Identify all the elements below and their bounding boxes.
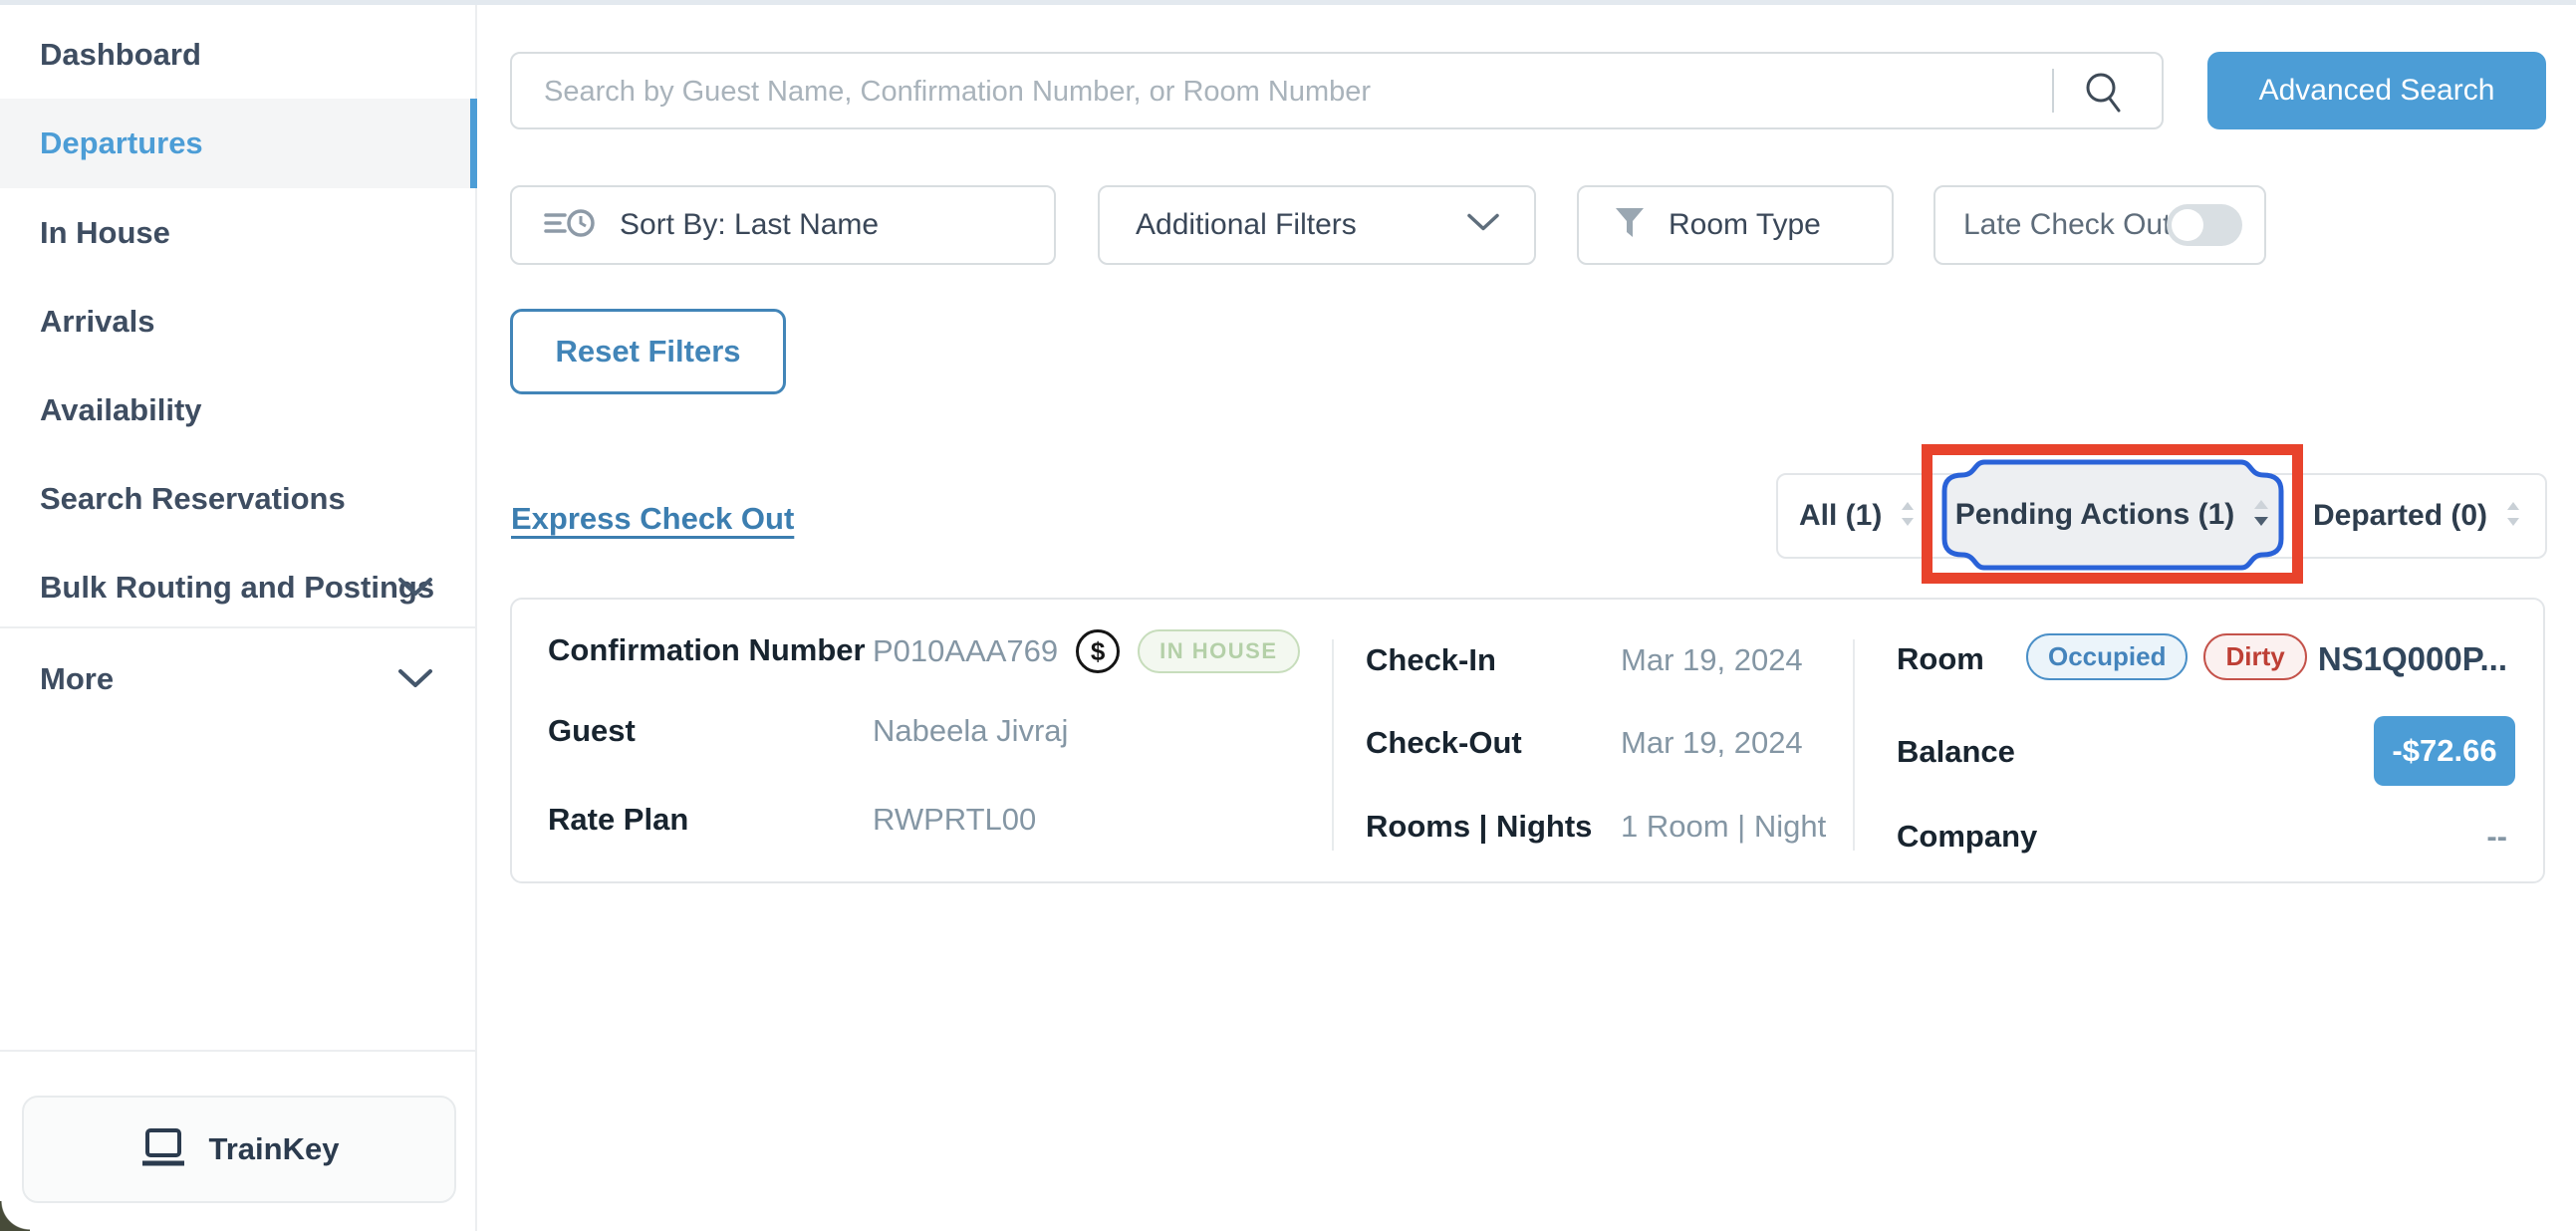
dirty-status-badge: Dirty [2203, 633, 2306, 680]
sidebar-item-bulk-routing[interactable]: Bulk Routing and Postings [0, 543, 477, 632]
dollar-circle-icon[interactable]: $ [1076, 629, 1120, 673]
tab-departed-label: Departed (0) [2313, 499, 2487, 533]
confirmation-number-value: P010AAA769 [873, 630, 1058, 672]
funnel-icon [1613, 206, 1647, 245]
sort-by-button[interactable]: Sort By: Last Name [510, 185, 1056, 265]
chevron-down-icon [397, 661, 433, 697]
sidebar-item-availability[interactable]: Availability [0, 366, 477, 455]
rate-plan-value: RWPRTL00 [873, 799, 1036, 841]
sidebar-divider [0, 626, 475, 628]
departures-page: Dashboard Departures In House Arrivals A… [0, 0, 2576, 1231]
sidebar-item-label: Availability [40, 392, 202, 428]
sidebar-item-label: Bulk Routing and Postings [40, 570, 434, 606]
guest-value: Nabeela Jivraj [873, 710, 1068, 752]
sidebar-item-search-reservations[interactable]: Search Reservations [0, 454, 477, 544]
additional-filters-dropdown[interactable]: Additional Filters [1098, 185, 1536, 265]
in-house-status-badge: IN HOUSE [1138, 629, 1299, 673]
card-divider [1332, 639, 1334, 851]
sidebar: Dashboard Departures In House Arrivals A… [0, 5, 477, 1231]
late-check-out-toggle[interactable] [2167, 204, 2242, 246]
room-number-value[interactable]: NS1Q000P... [2318, 638, 2507, 680]
toggle-knob [2172, 209, 2203, 241]
room-type-label: Room Type [1669, 208, 1821, 242]
sidebar-item-label: More [40, 661, 114, 697]
company-value: -- [2486, 816, 2507, 858]
check-out-value: Mar 19, 2024 [1621, 722, 1803, 764]
express-check-out-link[interactable]: Express Check Out [511, 501, 794, 537]
balance-label: Balance [1897, 731, 2015, 773]
late-check-out-label: Late Check Out [1963, 208, 2171, 242]
company-label: Company [1897, 816, 2037, 858]
confirmation-number-label: Confirmation Number [548, 629, 866, 671]
check-in-value: Mar 19, 2024 [1621, 639, 1803, 681]
chevron-down-icon [397, 570, 433, 606]
tab-pending-actions[interactable]: Pending Actions (1) [1948, 463, 2277, 567]
room-status-badges: Occupied Dirty [2026, 632, 2307, 680]
window-corner-background [0, 1201, 30, 1231]
tab-all-label: All (1) [1799, 499, 1882, 533]
chevron-down-icon [1466, 213, 1500, 238]
balance-amount-badge[interactable]: -$72.66 [2374, 716, 2515, 786]
tab-pending-actions-label: Pending Actions (1) [1955, 498, 2235, 532]
check-in-label: Check-In [1366, 639, 1496, 681]
tab-all[interactable]: All (1) [1799, 473, 1916, 559]
sidebar-item-more[interactable]: More [0, 634, 477, 724]
occupied-status-badge: Occupied [2026, 633, 2188, 680]
card-divider [1853, 639, 1855, 851]
sort-icon [544, 204, 598, 247]
sidebar-item-label: In House [40, 215, 170, 251]
sort-by-label: Sort By: Last Name [620, 208, 879, 242]
rate-plan-label: Rate Plan [548, 799, 688, 841]
caret-up-down-icon [2252, 498, 2270, 533]
sidebar-item-label: Departures [40, 125, 203, 161]
sidebar-item-label: Dashboard [40, 37, 201, 73]
caret-up-down-icon [1900, 500, 1916, 533]
trainkey-label: TrainKey [209, 1131, 340, 1167]
sidebar-bottom-divider [0, 1050, 475, 1052]
reservation-card[interactable]: Confirmation Number P010AAA769 $ IN HOUS… [510, 598, 2545, 883]
sidebar-item-dashboard[interactable]: Dashboard [0, 10, 477, 100]
late-check-out-filter: Late Check Out [1933, 185, 2266, 265]
rooms-nights-value: 1 Room | Night [1621, 806, 1826, 848]
additional-filters-label: Additional Filters [1136, 208, 1357, 242]
sidebar-item-in-house[interactable]: In House [0, 188, 477, 278]
search-input[interactable] [512, 54, 2060, 129]
reset-filters-button[interactable]: Reset Filters [510, 309, 786, 394]
trainkey-button[interactable]: TrainKey [22, 1096, 456, 1203]
sidebar-item-arrivals[interactable]: Arrivals [0, 277, 477, 367]
laptop-icon [139, 1127, 187, 1172]
tab-departed[interactable]: Departed (0) [2313, 473, 2521, 559]
sidebar-item-departures[interactable]: Departures [0, 99, 477, 188]
search-divider [2052, 69, 2054, 113]
room-label: Room [1897, 638, 1984, 680]
check-out-label: Check-Out [1366, 722, 1522, 764]
rooms-nights-label: Rooms | Nights [1366, 806, 1592, 848]
sidebar-item-label: Arrivals [40, 304, 154, 340]
search-box [510, 52, 2164, 129]
dollar-symbol: $ [1091, 636, 1105, 667]
caret-up-down-icon [2505, 500, 2521, 533]
sidebar-item-label: Search Reservations [40, 481, 346, 517]
confirmation-number-group: P010AAA769 $ IN HOUSE [873, 621, 1300, 681]
guest-label: Guest [548, 710, 636, 752]
room-type-filter-button[interactable]: Room Type [1577, 185, 1894, 265]
search-icon[interactable] [2080, 68, 2128, 121]
advanced-search-button[interactable]: Advanced Search [2207, 52, 2546, 129]
